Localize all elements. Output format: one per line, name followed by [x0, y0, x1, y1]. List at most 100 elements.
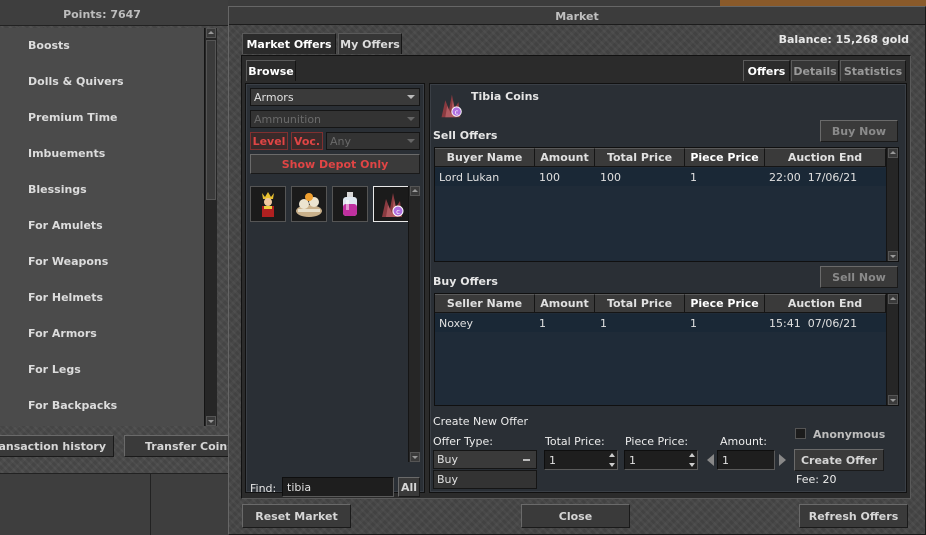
column-header-amount[interactable]: Amount: [535, 148, 595, 167]
transfer-coins-button[interactable]: Transfer Coins: [124, 435, 244, 457]
store-category-for-armors[interactable]: For Armors: [28, 327, 97, 340]
scroll-down-icon[interactable]: [888, 395, 898, 405]
store-category-for-backpacks[interactable]: For Backpacks: [28, 399, 117, 412]
offer-type-select-value: Buy: [437, 453, 459, 466]
find-all-button[interactable]: All: [398, 477, 420, 497]
store-category-for-helmets[interactable]: For Helmets: [28, 291, 103, 304]
stepper-up-icon[interactable]: [609, 453, 615, 457]
tab-market-offers[interactable]: Market Offers: [242, 33, 336, 54]
tab-details[interactable]: Details: [791, 60, 839, 81]
stepper-down-icon[interactable]: [609, 463, 615, 467]
item-list-scrollbar[interactable]: [408, 186, 420, 462]
market-title-bar[interactable]: Market: [229, 7, 925, 25]
buy-offers-scrollbar[interactable]: [886, 294, 898, 405]
store-category-list: Boosts Dolls & Quivers Premium Time Imbu…: [0, 28, 204, 426]
store-header: Points: 7647: [0, 0, 228, 26]
total-price-input[interactable]: 1: [544, 450, 618, 470]
offer-type-label: Offer Type:: [433, 435, 493, 448]
buy-now-button[interactable]: Buy Now: [820, 120, 898, 142]
column-header-auction-end[interactable]: Auction End: [765, 148, 886, 167]
total-price-value: 1: [549, 453, 556, 467]
find-all-label: All: [400, 480, 418, 494]
scroll-up-icon[interactable]: [888, 294, 898, 304]
store-category-for-legs[interactable]: For Legs: [28, 363, 81, 376]
scroll-down-icon[interactable]: [888, 251, 898, 261]
refresh-offers-label: Refresh Offers: [808, 509, 899, 523]
create-offer-button[interactable]: Create Offer: [794, 449, 884, 471]
tab-browse[interactable]: Browse: [246, 60, 296, 81]
column-header-total-price[interactable]: Total Price: [595, 294, 685, 313]
column-header-piece-price[interactable]: Piece Price: [685, 294, 765, 313]
anonymous-checkbox[interactable]: [795, 428, 806, 439]
category-select[interactable]: Armors: [250, 88, 420, 106]
subcategory-select-value: Ammunition: [254, 112, 322, 126]
cell-auction-end: 15:41 07/06/21: [769, 317, 858, 330]
level-filter-button[interactable]: Level: [250, 132, 288, 150]
close-button[interactable]: Close: [521, 504, 630, 528]
chevron-down-icon: [407, 139, 415, 143]
tab-offers[interactable]: Offers: [743, 60, 790, 81]
piece-price-label: Piece Price:: [625, 435, 689, 448]
store-category-boosts[interactable]: Boosts: [28, 39, 70, 52]
buy-offers-table: Seller Name Amount Total Price Piece Pri…: [434, 293, 899, 406]
column-header-seller-name[interactable]: Seller Name: [435, 294, 535, 313]
scroll-down-icon[interactable]: [206, 416, 216, 426]
store-scrollbar[interactable]: [204, 28, 217, 426]
buy-offers-title: Buy Offers: [433, 275, 498, 288]
item-slot-potion[interactable]: [332, 186, 368, 222]
scroll-up-icon[interactable]: [888, 148, 898, 158]
transaction-history-label: Transaction history: [0, 439, 106, 453]
scroll-up-icon[interactable]: [410, 186, 420, 196]
store-category-imbuements[interactable]: Imbuements: [28, 147, 105, 160]
item-slot-bone-pile[interactable]: [291, 186, 327, 222]
cell-total-price: 1: [600, 317, 607, 330]
increase-amount-icon[interactable]: [779, 454, 786, 466]
market-title: Market: [555, 10, 599, 23]
refresh-offers-button[interactable]: Refresh Offers: [799, 504, 908, 528]
store-bottom-divider: [150, 473, 151, 535]
offer-type-select[interactable]: Buy: [433, 450, 537, 469]
vocation-filter-button[interactable]: Voc.: [291, 132, 323, 150]
stepper-down-icon[interactable]: [689, 463, 695, 467]
create-offer-title: Create New Offer: [433, 415, 529, 428]
offer-type-option[interactable]: Buy: [433, 470, 537, 489]
table-row[interactable]: Lord Lukan 100 100 1 22:00 17/06/21: [435, 168, 886, 186]
tab-my-offers[interactable]: My Offers: [338, 33, 402, 54]
cell-total-price: 100: [600, 171, 621, 184]
find-input[interactable]: tibia: [282, 477, 394, 497]
scroll-down-icon[interactable]: [410, 452, 420, 462]
store-category-for-weapons[interactable]: For Weapons: [28, 255, 108, 268]
store-category-blessings[interactable]: Blessings: [28, 183, 87, 196]
reset-market-label: Reset Market: [255, 509, 338, 523]
fee-label: Fee: 20: [796, 473, 837, 486]
sell-offers-scrollbar[interactable]: [886, 148, 898, 261]
amount-label: Amount:: [720, 435, 767, 448]
stepper-up-icon[interactable]: [689, 453, 695, 457]
transaction-history-button[interactable]: Transaction history: [0, 435, 114, 457]
store-category-for-amulets[interactable]: For Amulets: [28, 219, 103, 232]
sell-now-button[interactable]: Sell Now: [820, 266, 898, 288]
column-header-amount[interactable]: Amount: [535, 294, 595, 313]
show-depot-only-button[interactable]: Show Depot Only: [250, 154, 420, 174]
column-header-piece-price[interactable]: Piece Price: [685, 148, 765, 167]
sell-offers-table: Buyer Name Amount Total Price Piece Pric…: [434, 147, 899, 262]
reset-market-button[interactable]: Reset Market: [242, 504, 351, 528]
item-slot-king-figure[interactable]: [250, 186, 286, 222]
store-category-dolls-quivers[interactable]: Dolls & Quivers: [28, 75, 124, 88]
amount-input[interactable]: 1: [717, 450, 775, 470]
decrease-amount-icon[interactable]: [707, 454, 714, 466]
tab-statistics[interactable]: Statistics: [840, 60, 906, 81]
store-category-premium-time[interactable]: Premium Time: [28, 111, 118, 124]
vocation-select-value: Any: [330, 134, 352, 148]
chevron-down-icon: [407, 117, 415, 121]
store-bottom-frame: [0, 473, 228, 535]
column-header-auction-end[interactable]: Auction End: [765, 294, 886, 313]
table-row[interactable]: Noxey 1 1 1 15:41 07/06/21: [435, 314, 886, 332]
scroll-up-icon[interactable]: [206, 28, 216, 38]
scroll-thumb[interactable]: [206, 40, 216, 200]
offer-type-option-label: Buy: [437, 473, 459, 486]
piece-price-input[interactable]: 1: [624, 450, 698, 470]
item-slot-tibia-coins[interactable]: c: [373, 186, 409, 222]
column-header-buyer-name[interactable]: Buyer Name: [435, 148, 535, 167]
column-header-total-price[interactable]: Total Price: [595, 148, 685, 167]
